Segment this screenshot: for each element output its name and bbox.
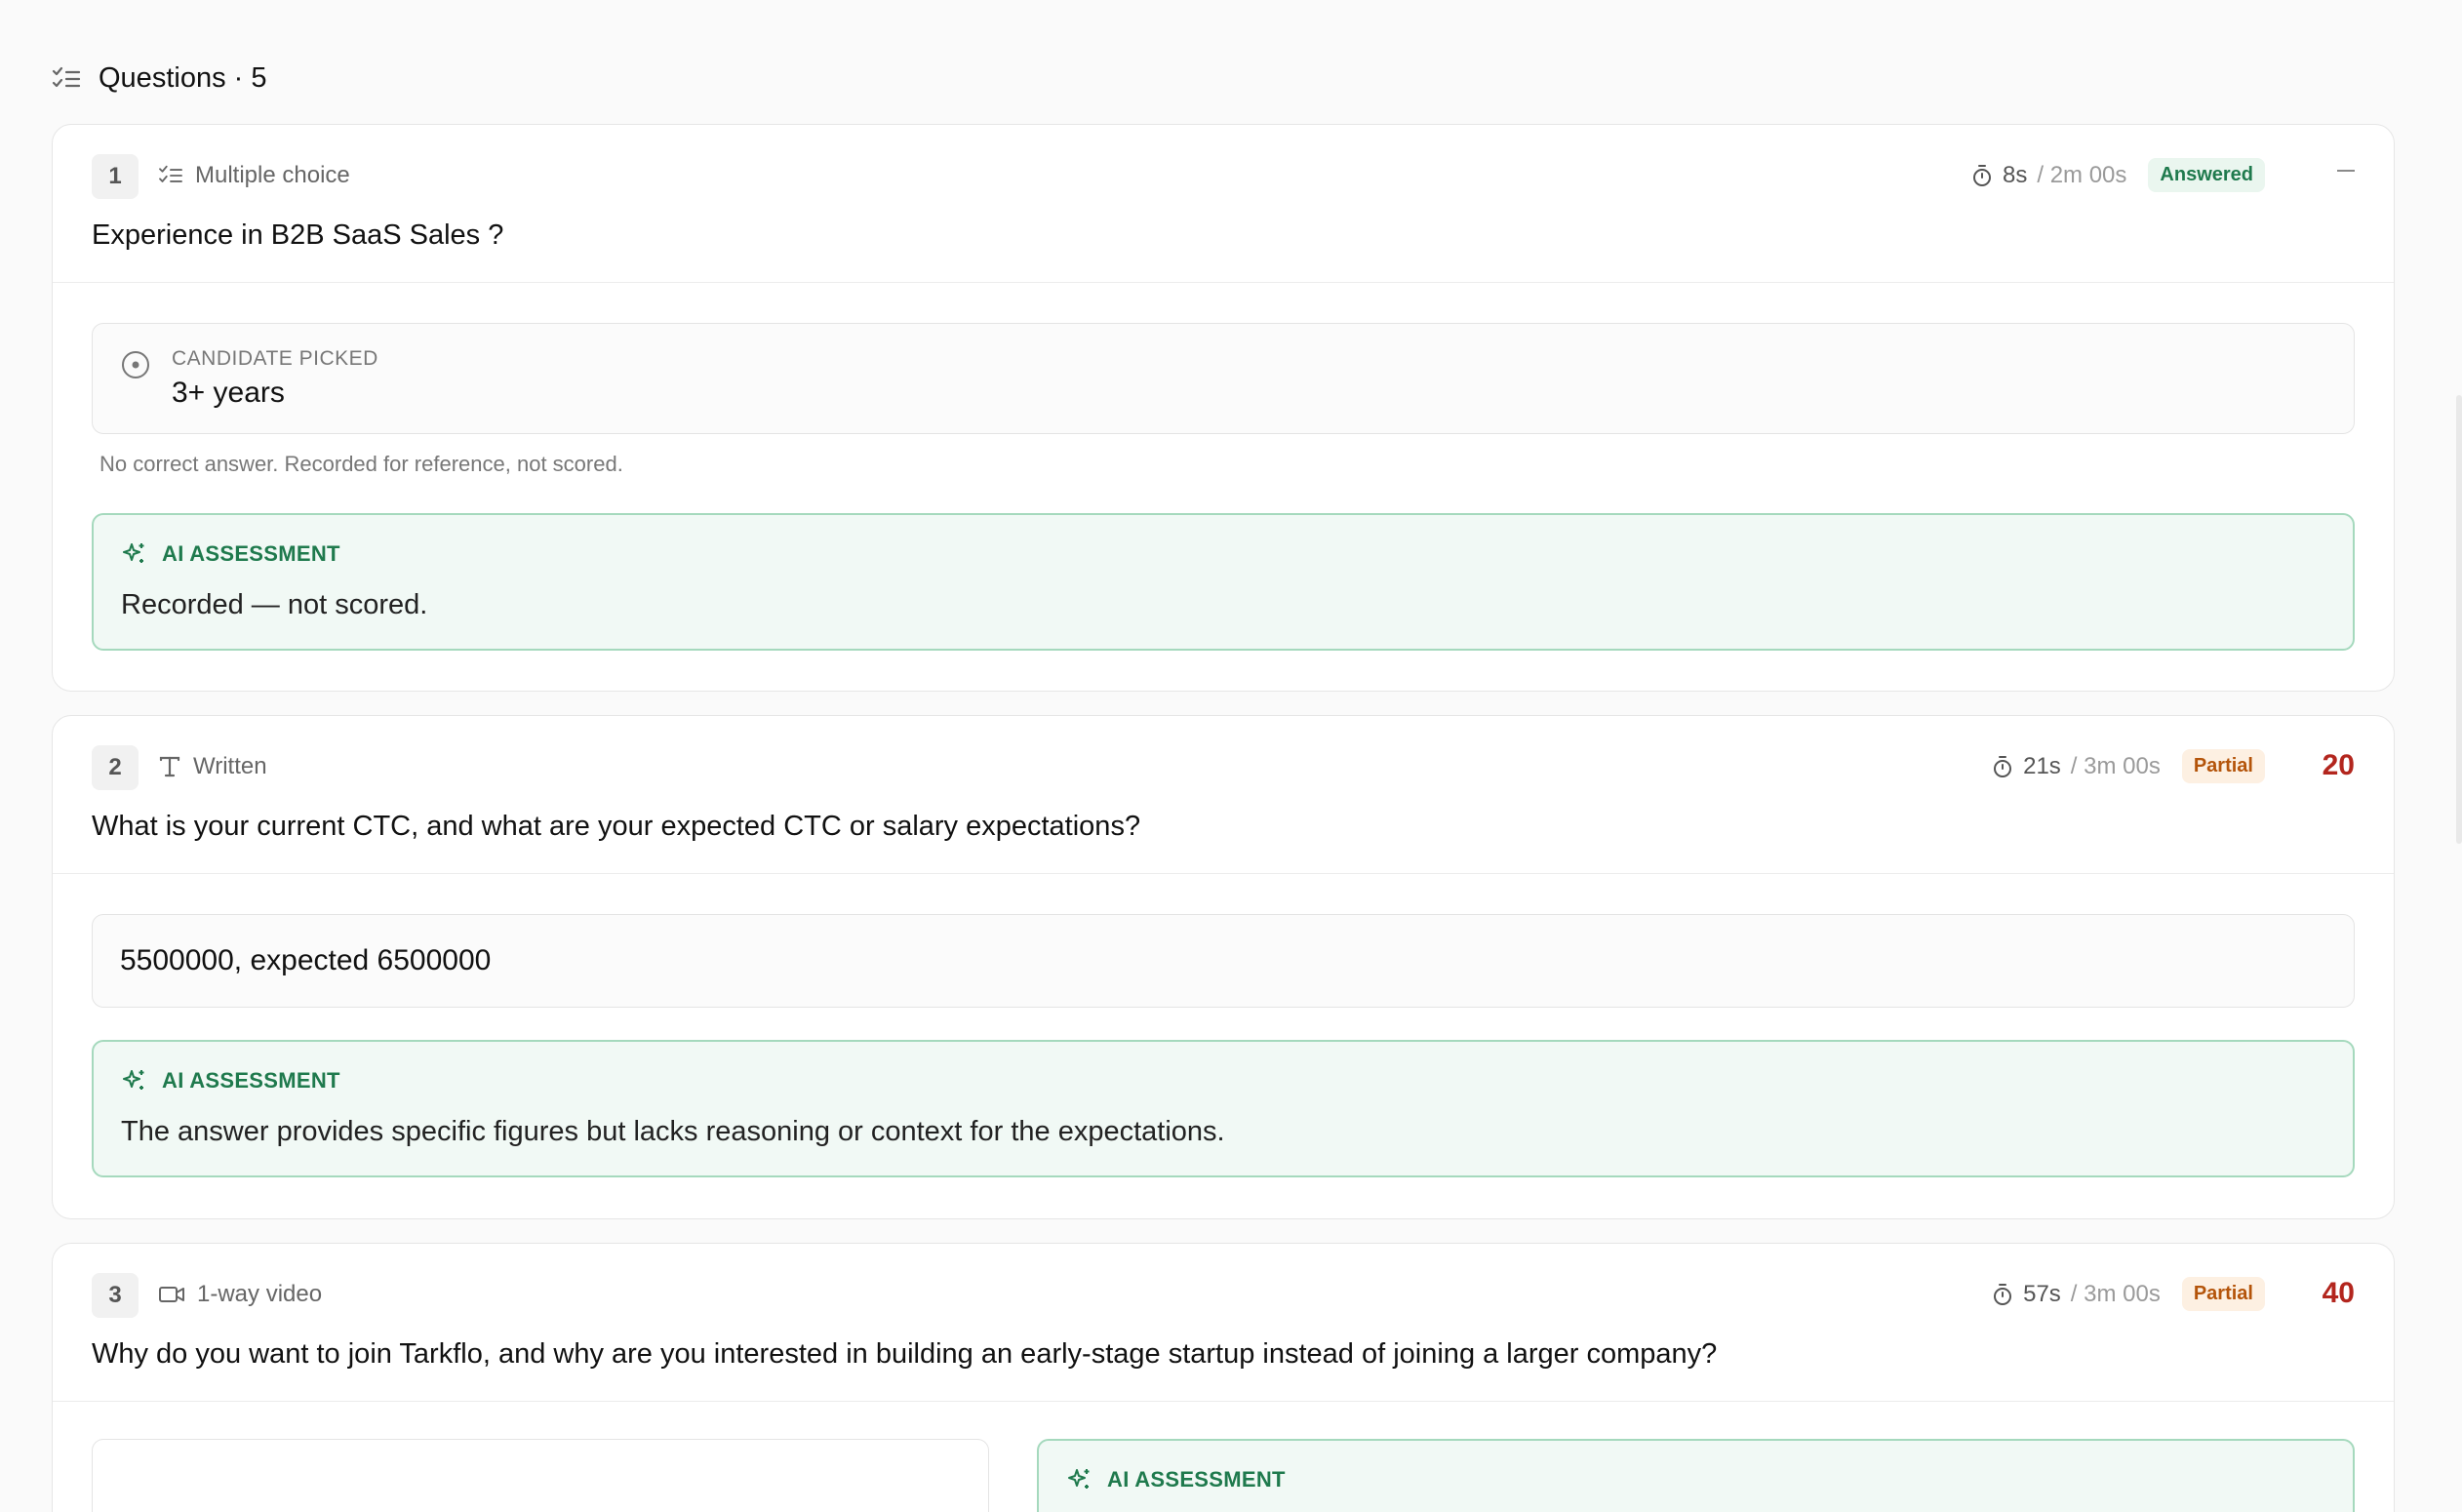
section-header: Questions · 5 — [52, 62, 266, 95]
status-badge: Answered — [2148, 158, 2265, 192]
time-spent: 57s — [2023, 1280, 2061, 1307]
ai-assessment-title: AI ASSESSMENT — [162, 1068, 340, 1093]
stopwatch-icon — [1992, 755, 2013, 778]
stopwatch-icon — [1992, 1283, 2013, 1306]
time-limit: / 3m 00s — [2070, 1280, 2161, 1307]
ai-assessment-label: AI ASSESSMENT — [121, 1067, 340, 1094]
question-score: 20 — [2322, 749, 2355, 781]
question-type: Written — [158, 753, 267, 780]
ai-assessment-title: AI ASSESSMENT — [1107, 1467, 1286, 1492]
scrollbar[interactable] — [2456, 395, 2462, 844]
question-header[interactable]: 2 Written 21s / 3m 00s Partial 20 What i… — [53, 716, 2394, 874]
video-response-player[interactable] — [92, 1439, 989, 1512]
checklist-icon — [52, 66, 81, 92]
sparkle-icon — [121, 540, 148, 568]
question-card-3: 3 1-way video 57s / 3m 00s Partial 40 Wh… — [52, 1243, 2395, 1512]
written-answer-text: 5500000, expected 6500000 — [120, 944, 492, 976]
question-meta: 57s / 3m 00s Partial — [1992, 1277, 2265, 1311]
ai-assessment-text: The answer provides specific figures but… — [121, 1116, 1225, 1147]
candidate-picked-box: CANDIDATE PICKED 3+ years — [92, 323, 2355, 434]
question-type-label: Multiple choice — [195, 162, 350, 188]
time-limit: / 2m 00s — [2037, 161, 2127, 188]
question-header[interactable]: 3 1-way video 57s / 3m 00s Partial 40 Wh… — [53, 1244, 2394, 1402]
candidate-picked-value: 3+ years — [172, 377, 285, 409]
time-limit: / 3m 00s — [2070, 752, 2161, 779]
question-meta: 8s / 2m 00s Answered — [1971, 158, 2265, 192]
radio-selected-icon — [120, 349, 151, 380]
question-text: Experience in B2B SaaS Sales ? — [92, 219, 504, 251]
question-meta: 21s / 3m 00s Partial — [1992, 749, 2265, 783]
written-answer-box: 5500000, expected 6500000 — [92, 914, 2355, 1008]
question-type-label: Written — [193, 753, 267, 779]
ai-assessment-box: AI ASSESSMENT The answer provides specif… — [92, 1040, 2355, 1177]
question-number: 3 — [92, 1273, 139, 1318]
ai-assessment-box: AI ASSESSMENT — [1037, 1439, 2355, 1512]
minus-icon[interactable] — [2337, 170, 2355, 172]
checklist-icon — [158, 165, 183, 186]
section-title: Questions · 5 — [99, 62, 267, 94]
ai-assessment-title: AI ASSESSMENT — [162, 541, 340, 566]
status-badge: Partial — [2181, 749, 2265, 783]
sparkle-icon — [121, 1067, 148, 1094]
scoring-note: No correct answer. Recorded for referenc… — [99, 452, 623, 476]
ai-assessment-text: Recorded — not scored. — [121, 589, 428, 620]
question-card-1: 1 Multiple choice 8s / 2m 00s Answered E… — [52, 124, 2395, 692]
text-type-icon — [158, 755, 181, 778]
question-header[interactable]: 1 Multiple choice 8s / 2m 00s Answered E… — [53, 125, 2394, 283]
question-number: 2 — [92, 745, 139, 790]
stopwatch-icon — [1971, 164, 1993, 187]
question-type: Multiple choice — [158, 162, 350, 189]
status-badge: Partial — [2181, 1277, 2265, 1311]
question-text: What is your current CTC, and what are y… — [92, 811, 1141, 842]
question-type-label: 1-way video — [197, 1281, 323, 1307]
ai-assessment-label: AI ASSESSMENT — [1066, 1466, 1286, 1493]
question-card-2: 2 Written 21s / 3m 00s Partial 20 What i… — [52, 715, 2395, 1219]
question-text: Why do you want to join Tarkflo, and why… — [92, 1338, 1718, 1370]
ai-assessment-label: AI ASSESSMENT — [121, 540, 340, 568]
candidate-picked-label: CANDIDATE PICKED — [172, 347, 378, 370]
ai-assessment-box: AI ASSESSMENT Recorded — not scored. — [92, 513, 2355, 651]
time-spent: 8s — [2003, 161, 2028, 188]
video-camera-icon — [158, 1284, 185, 1305]
time-spent: 21s — [2023, 752, 2061, 779]
sparkle-icon — [1066, 1466, 1093, 1493]
question-score: 40 — [2322, 1277, 2355, 1309]
question-number: 1 — [92, 154, 139, 199]
question-type: 1-way video — [158, 1281, 322, 1308]
